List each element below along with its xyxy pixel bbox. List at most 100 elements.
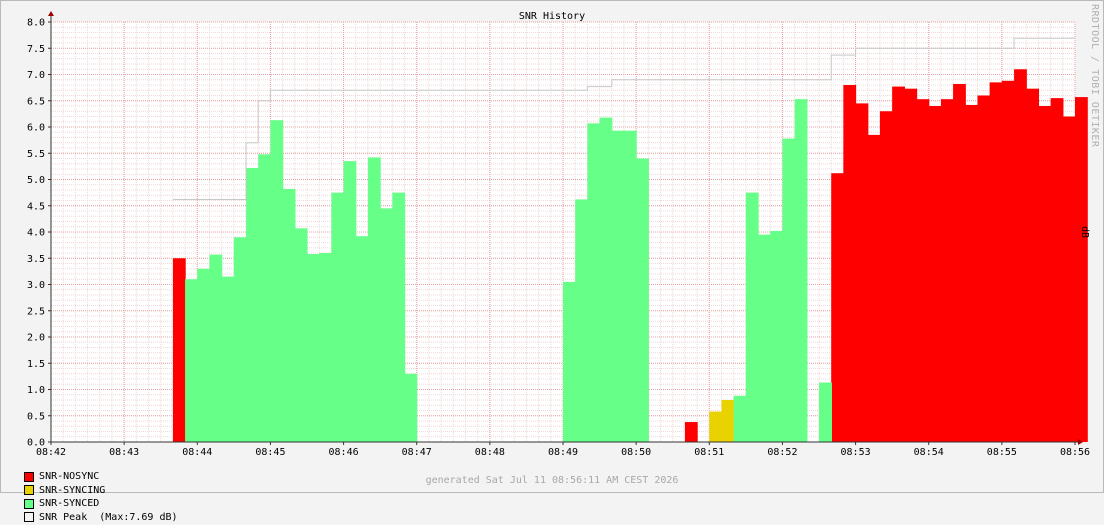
bar-snr-nosync	[172, 258, 186, 442]
y-tick-label: 4.0	[27, 228, 45, 239]
legend-peak: SNR Peak (Max:7.69 dB)	[24, 511, 178, 523]
bar-snr-synced	[343, 161, 357, 442]
bar-snr-synced	[319, 253, 333, 442]
bar-snr-nosync	[892, 86, 905, 442]
y-tick-label: 3.0	[27, 280, 45, 291]
bar-snr-synced	[599, 117, 613, 443]
bar-snr-synced	[745, 192, 759, 442]
bar-snr-nosync	[1038, 106, 1052, 442]
x-tick-label: 08:42	[36, 447, 66, 458]
y-tick-label: 7.0	[27, 70, 45, 81]
bar-snr-synced	[246, 167, 259, 442]
y-tick-label: 3.5	[27, 254, 45, 265]
bar-snr-nosync	[1062, 116, 1076, 442]
x-tick-label: 08:49	[548, 447, 578, 458]
bar-snr-synced	[258, 154, 272, 443]
bar-snr-nosync	[1001, 80, 1015, 443]
y-tick-label: 4.5	[27, 201, 45, 212]
bar-snr-synced	[367, 157, 381, 442]
x-tick-label: 08:52	[767, 447, 797, 458]
bar-snr-synced	[636, 158, 649, 442]
generated-timestamp: generated Sat Jul 11 08:56:11 AM CEST 20…	[425, 475, 679, 486]
x-tick-label: 08:51	[694, 447, 724, 458]
x-tick-label: 08:45	[255, 447, 285, 458]
bar-snr-synced	[611, 130, 625, 443]
legend-peak-swatch	[24, 512, 35, 522]
bar-snr-synced	[221, 276, 235, 442]
y-tick-label: 5.5	[27, 149, 45, 160]
bar-snr-nosync	[953, 83, 966, 442]
bar-snr-nosync	[1026, 88, 1040, 443]
bar-snr-synced	[282, 188, 296, 442]
bar-snr-synced	[209, 254, 223, 442]
bar-snr-synced	[380, 208, 393, 442]
x-tick-label: 08:47	[402, 447, 432, 458]
bar-snr-synced	[770, 230, 784, 442]
x-tick-label: 08:54	[914, 447, 944, 458]
x-tick-label: 08:55	[987, 447, 1017, 458]
bar-snr-synced	[197, 268, 211, 442]
y-tick-label: 2.5	[27, 306, 45, 317]
legend-peak-label: SNR Peak (Max:7.69 dB)	[39, 511, 178, 523]
bar-snr-nosync	[965, 104, 979, 442]
bar-snr-syncing	[709, 411, 723, 442]
bar-snr-synced	[575, 199, 589, 442]
y-axis-arrow	[48, 11, 54, 16]
bar-snr-synced	[758, 234, 771, 442]
bar-snr-synced	[307, 254, 320, 442]
legend-synced-swatch	[24, 498, 35, 509]
x-tick-label: 08:56	[1060, 447, 1090, 458]
bar-snr-synced	[294, 228, 308, 442]
chart-title: SNR History	[519, 11, 585, 22]
bar-snr-nosync	[916, 99, 930, 443]
bar-snr-nosync	[843, 85, 857, 442]
y-tick-label: 2.0	[27, 333, 45, 344]
snr-chart: SNR History 0.00.51.01.52.02.53.03.54.04…	[27, 11, 1090, 458]
x-tick-label: 08:50	[621, 447, 651, 458]
legend-syncing: SNR-SYNCING	[24, 485, 105, 496]
y-tick-label: 1.0	[27, 385, 45, 396]
bar-snr-nosync	[940, 99, 954, 443]
x-tick-label: 08:46	[329, 447, 359, 458]
x-tick-label: 08:43	[109, 447, 139, 458]
bar-snr-nosync	[904, 88, 918, 443]
x-tick-label: 08:44	[182, 447, 212, 458]
bar-snr-synced	[733, 395, 747, 442]
bar-snr-nosync	[855, 103, 869, 442]
bar-snr-nosync	[879, 111, 893, 442]
y-tick-label: 0.5	[27, 411, 45, 422]
y-tick-label: 1.5	[27, 359, 45, 370]
bar-snr-synced	[623, 130, 637, 443]
y-tick-label: 6.5	[27, 96, 45, 107]
y-tick-label: 6.0	[27, 123, 45, 134]
bar-snr-synced	[794, 99, 808, 443]
bar-snr-synced	[355, 236, 369, 442]
bar-snr-synced	[185, 279, 198, 442]
x-tick-label: 08:53	[841, 447, 871, 458]
bar-snr-nosync	[1050, 98, 1064, 442]
bar-snr-synced	[819, 382, 832, 442]
legend-synced: SNR-SYNCED	[24, 498, 99, 509]
bar-snr-synced	[270, 120, 284, 443]
bar-snr-synced	[233, 237, 247, 442]
legend-synced-label: SNR-SYNCED	[39, 498, 100, 509]
bar-snr-nosync	[989, 82, 1003, 442]
bar-snr-synced	[404, 373, 418, 442]
bar-snr-synced	[782, 138, 796, 443]
bar-snr-syncing	[721, 400, 735, 442]
bar-snr-nosync	[977, 95, 991, 442]
y-axis-unit: dB	[1079, 226, 1090, 239]
bar-snr-nosync	[867, 134, 881, 442]
bar-snr-nosync	[831, 173, 845, 442]
rrdtool-watermark: RRDTOOL / TOBI OETIKER	[1089, 4, 1100, 148]
y-tick-label: 8.0	[27, 18, 45, 29]
x-tick-label: 08:48	[475, 447, 505, 458]
legend-syncing-label: SNR-SYNCING	[39, 484, 106, 496]
bar-snr-nosync	[928, 106, 942, 442]
bar-snr-synced	[563, 281, 576, 442]
bar-snr-synced	[331, 192, 345, 442]
bar-snr-synced	[392, 192, 406, 442]
y-tick-label: 7.5	[27, 44, 45, 55]
bar-snr-nosync	[684, 422, 698, 442]
bar-snr-nosync	[1014, 69, 1027, 442]
